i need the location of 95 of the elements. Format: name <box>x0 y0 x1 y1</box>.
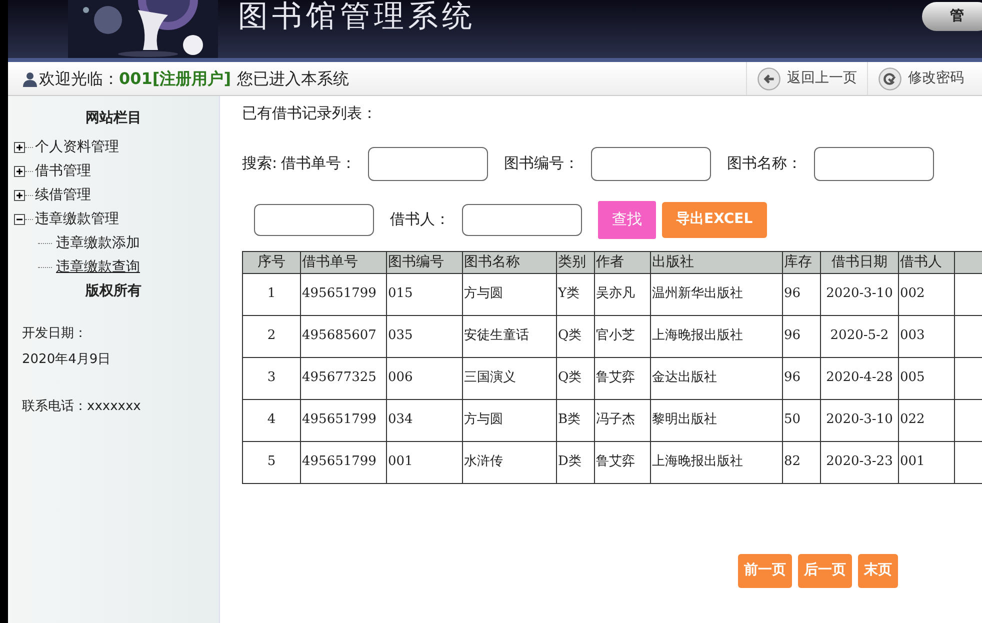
table-cell: 50 <box>782 399 820 441</box>
table-cell: 034 <box>386 399 462 441</box>
tree-item[interactable]: 续借管理 <box>35 184 91 206</box>
table-cell: 2 <box>242 315 300 357</box>
table-cell: 2020-3-10 <box>820 273 898 315</box>
table-cell: 96 <box>782 315 820 357</box>
date-label: 开发日期： <box>22 325 88 343</box>
welcome-label: 欢迎光临： <box>39 68 119 90</box>
table-cell: 003 <box>898 315 954 357</box>
table-cell: 鲁艾弈 <box>594 357 650 399</box>
table-cell: 495677325 <box>300 357 386 399</box>
column-header: 序号 <box>242 251 300 273</box>
column-header: 图书名称 <box>462 251 556 273</box>
table-cell: 005 <box>898 357 954 399</box>
table-cell: Y类 <box>556 273 594 315</box>
tree-item[interactable]: 借书管理 <box>35 160 91 182</box>
table-cell: 035 <box>386 315 462 357</box>
table-cell: 安徒生童话 <box>462 315 556 357</box>
table-cell: 96 <box>782 273 820 315</box>
expand-icon[interactable] <box>14 142 25 152</box>
toolbar-button[interactable]: 修改密码 <box>867 62 974 95</box>
collapse-icon[interactable] <box>14 214 25 224</box>
list-title: 已有借书记录列表： <box>242 103 378 124</box>
table-cell: 3 <box>242 357 300 399</box>
field-label: 借书人： <box>390 209 450 230</box>
table-cell: 495685607 <box>300 315 386 357</box>
user-name: 001[注册用户] <box>119 68 232 90</box>
column-header: 图书编号 <box>386 251 462 273</box>
table-cell: 022 <box>898 399 954 441</box>
table-cell: 2020-3-23 <box>820 441 898 483</box>
column-header: 借书人 <box>898 251 954 273</box>
search-field[interactable] <box>591 146 712 180</box>
table-cell: 495651799 <box>300 399 386 441</box>
search-label: 搜索: <box>242 153 278 174</box>
table-cell: 方与圆 <box>462 399 556 441</box>
search-field[interactable] <box>814 146 934 180</box>
field-label: 图书名称： <box>727 153 802 174</box>
toolbar-button[interactable]: 返回上一页 <box>746 62 867 95</box>
welcome-message: 您已进入本系统 <box>237 68 350 90</box>
admin-button[interactable]: 管 <box>922 2 982 31</box>
table-cell: Q类 <box>556 315 594 357</box>
table-cell: 002 <box>898 273 954 315</box>
table-cell: B类 <box>556 399 594 441</box>
date-text: 2020年4月9日 <box>22 350 112 368</box>
expand-icon[interactable] <box>14 166 25 176</box>
table-cell: 006 <box>386 357 462 399</box>
system-title: 图书馆管理系统 <box>238 0 476 34</box>
user-icon <box>22 70 38 86</box>
table-cell: 吴亦凡 <box>594 273 650 315</box>
table-cell: Q类 <box>556 357 594 399</box>
table-cell: 96 <box>782 357 820 399</box>
tree-link[interactable]: 违章缴款查询 <box>56 256 140 278</box>
table-cell: 鲁艾弈 <box>594 441 650 483</box>
search-field[interactable] <box>462 204 582 236</box>
table-cell: 方与圆 <box>462 273 556 315</box>
column-header: 借书单号 <box>300 251 386 273</box>
table-cell: 2020-3-10 <box>820 399 898 441</box>
table-cell: 001 <box>898 441 954 483</box>
check-circle-icon <box>878 66 902 90</box>
table-cell: 001 <box>386 441 462 483</box>
table-cell: 温州新华出版社 <box>650 273 782 315</box>
column-header: 作者 <box>594 251 650 273</box>
table-cell: 495651799 <box>300 273 386 315</box>
table-cell: 1 <box>242 273 300 315</box>
table-cell: 5 <box>242 441 300 483</box>
search-field[interactable] <box>368 146 488 180</box>
table-cell: 2020-5-2 <box>820 315 898 357</box>
search-field[interactable] <box>254 204 374 236</box>
table-cell: 官小芝 <box>594 315 650 357</box>
copyright-heading: 版权所有 <box>84 282 142 301</box>
tree-item[interactable]: 个人资料管理 <box>35 136 119 158</box>
column-header: 出版社 <box>650 251 782 273</box>
tree-item[interactable]: 违章缴款管理 <box>35 208 119 230</box>
column-header: 库存 <box>782 251 820 273</box>
tree-link[interactable]: 违章缴款添加 <box>56 232 140 254</box>
column-header: 借书日期 <box>820 251 898 273</box>
table-cell: 黎明出版社 <box>650 399 782 441</box>
table-cell: 上海晚报出版社 <box>650 315 782 357</box>
table-cell: 2020-4-28 <box>820 357 898 399</box>
table-cell: 495651799 <box>300 441 386 483</box>
table-cell: 82 <box>782 441 820 483</box>
table-cell: D类 <box>556 441 594 483</box>
table-cell: 015 <box>386 273 462 315</box>
phone-text: 联系电话：xxxxxxx <box>22 398 142 416</box>
field-label: 图书编号： <box>504 153 580 174</box>
table-cell: 三国演义 <box>462 357 556 399</box>
table-cell: 冯子杰 <box>594 399 650 441</box>
table-cell: 金达出版社 <box>650 357 782 399</box>
table-cell: 4 <box>242 399 300 441</box>
column-header: 类别 <box>556 251 594 273</box>
expand-icon[interactable] <box>14 190 25 200</box>
sidebar-heading: 网站栏目 <box>84 109 142 128</box>
field-label: 借书单号： <box>281 153 356 174</box>
table-cell: 上海晚报出版社 <box>650 441 782 483</box>
table-cell: 水浒传 <box>462 441 556 483</box>
